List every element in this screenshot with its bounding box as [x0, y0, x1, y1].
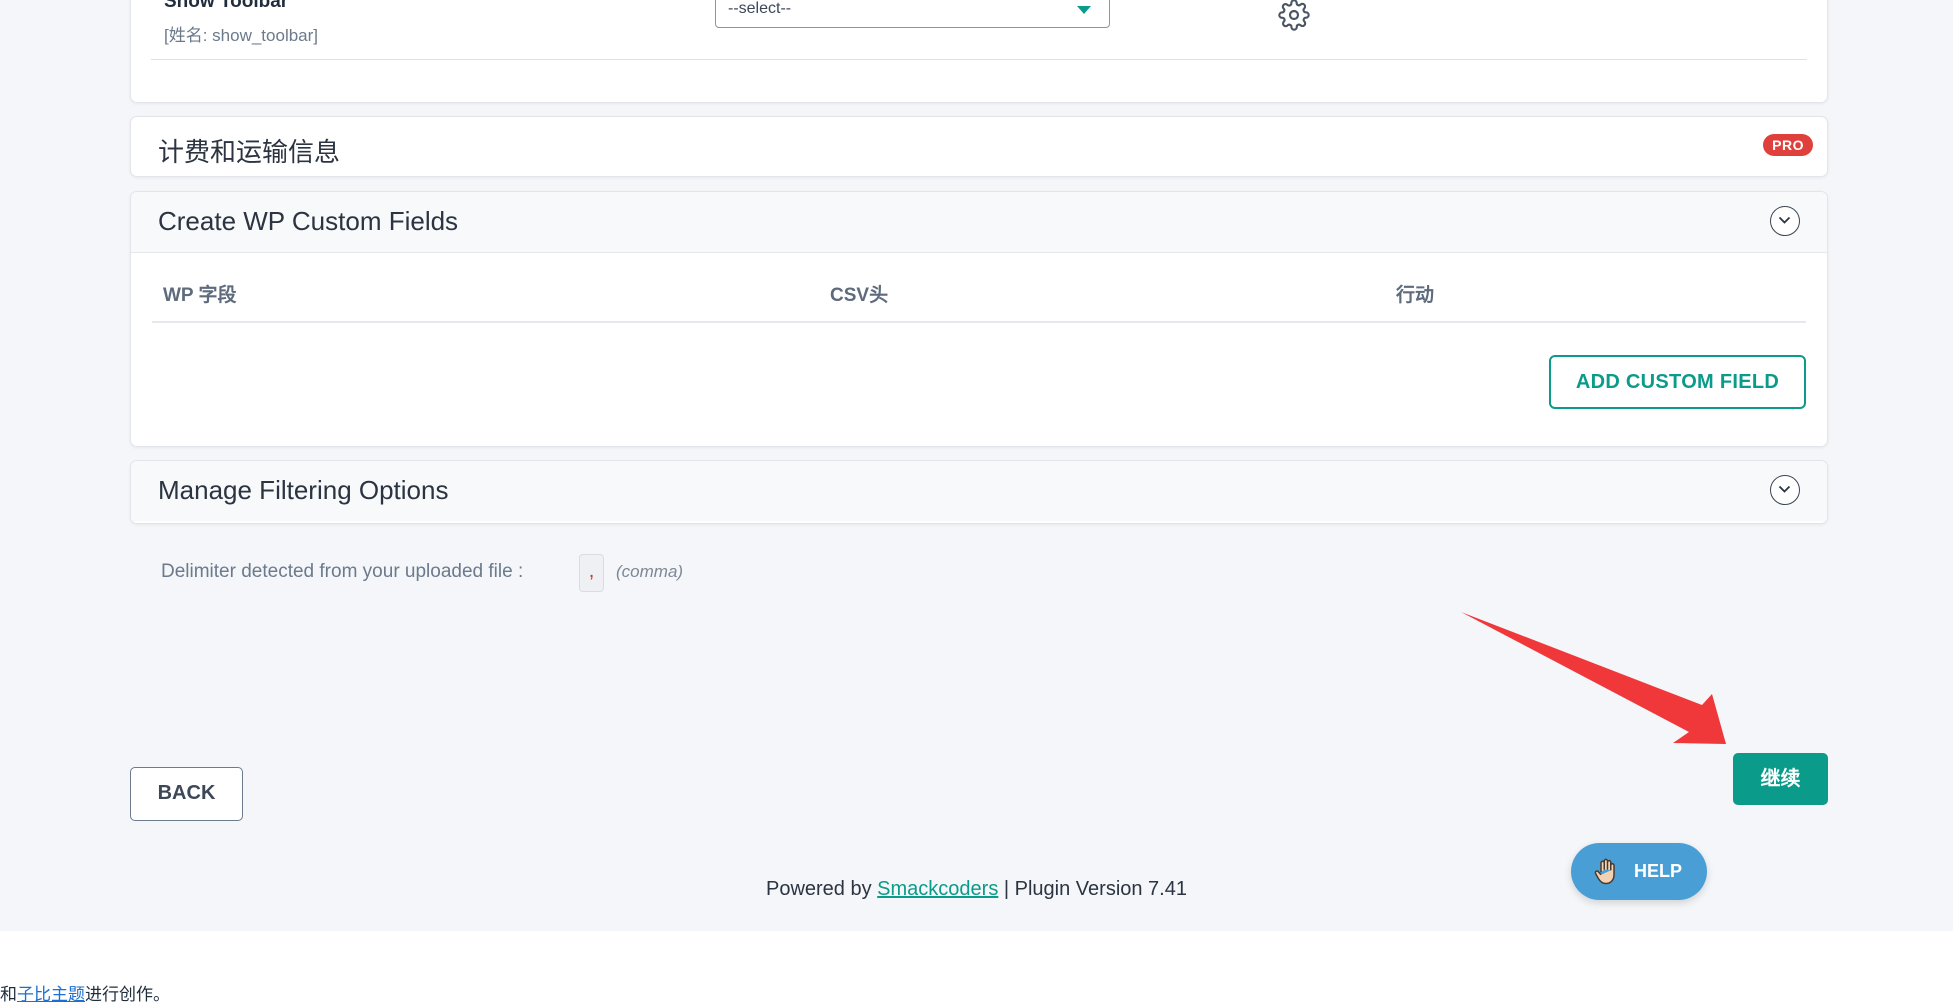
column-wp-field: WP 字段	[163, 285, 237, 306]
show-toolbar-label: Show Toolbar	[164, 0, 289, 12]
filtering-options-title: Manage Filtering Options	[158, 475, 449, 505]
custom-fields-title: Create WP Custom Fields	[158, 206, 459, 236]
caret-down-icon	[1077, 6, 1091, 14]
site-footer-prefix: 和	[0, 985, 17, 1004]
help-label: HELP	[1634, 861, 1683, 881]
continue-button[interactable]: 继续	[1733, 753, 1828, 805]
help-button[interactable]: HELP	[1571, 843, 1707, 900]
delimiter-value: ,	[579, 554, 604, 592]
filtering-options-section: Manage Filtering Options	[130, 460, 1828, 524]
site-footer: 和子比主题进行创作。	[0, 980, 170, 1005]
gear-icon[interactable]	[1278, 0, 1310, 31]
delimiter-label: Delimiter detected from your uploaded fi…	[161, 561, 524, 582]
chevron-down-icon[interactable]	[1770, 206, 1800, 236]
delimiter-name: (comma)	[616, 562, 684, 581]
footer-prefix: Powered by	[765, 878, 872, 900]
show-toolbar-select[interactable]: --select--	[715, 0, 1110, 28]
hand-icon	[1594, 858, 1615, 885]
divider	[151, 59, 1807, 60]
plugin-page: Show Toolbar [姓名: show_toolbar] --select…	[0, 0, 1953, 931]
custom-fields-table-header: WP 字段 CSV头 行动	[152, 277, 1806, 323]
back-button[interactable]: BACK	[130, 767, 243, 821]
custom-fields-section: Create WP Custom Fields WP 字段 CSV头 行动 AD…	[130, 191, 1828, 447]
footer-version: | Plugin Version 7.41	[1003, 878, 1187, 900]
billing-shipping-section[interactable]: 计费和运输信息 PRO	[130, 116, 1828, 177]
billing-section-title: 计费和运输信息	[158, 137, 341, 167]
theme-link[interactable]: 子比主题	[17, 985, 85, 1004]
add-custom-field-button[interactable]: ADD CUSTOM FIELD	[1549, 355, 1806, 409]
column-csv-header: CSV头	[830, 285, 889, 306]
show-toolbar-select-value: --select--	[728, 0, 792, 17]
pro-badge: PRO	[1763, 134, 1813, 156]
column-action: 行动	[1396, 285, 1435, 306]
custom-fields-header[interactable]: Create WP Custom Fields	[131, 192, 1827, 253]
filtering-options-header[interactable]: Manage Filtering Options	[131, 461, 1827, 521]
smackcoders-link[interactable]: Smackcoders	[877, 878, 998, 900]
field-mapping-card: Show Toolbar [姓名: show_toolbar] --select…	[130, 0, 1828, 103]
show-toolbar-field-name: [姓名: show_toolbar]	[164, 26, 319, 45]
chevron-down-icon[interactable]	[1770, 475, 1800, 505]
site-footer-suffix: 进行创作。	[85, 985, 170, 1004]
